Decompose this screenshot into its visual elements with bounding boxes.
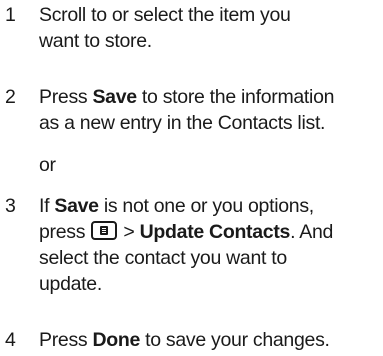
- step-number: 1: [5, 4, 16, 26]
- text-run: to store the information: [136, 86, 335, 108]
- step-line: Press Done to save your changes.: [39, 327, 379, 353]
- text-run: is not one or you options,: [98, 195, 314, 217]
- step-number: 2: [5, 86, 16, 108]
- text-run: Press: [39, 86, 93, 108]
- step-number: 4: [5, 329, 16, 351]
- step-line: select the contact you want to: [39, 247, 287, 269]
- save-label: Save: [92, 86, 137, 108]
- menu-key-icon: [91, 221, 118, 240]
- text-run: to save your changes.: [140, 329, 330, 351]
- text-run: press: [39, 221, 91, 243]
- text-run: If: [39, 195, 55, 217]
- step-line: want to store.: [39, 30, 152, 52]
- step-line: If Save is not one or you options,: [39, 193, 379, 219]
- step-text: Press Done to save your changes.: [39, 327, 379, 353]
- step-line: Press Save to store the information: [39, 84, 379, 110]
- instructions-document: 1 Scroll to or select the item you want …: [0, 0, 383, 356]
- done-label: Done: [92, 329, 141, 351]
- step-text: If Save is not one or you options, press…: [39, 193, 379, 297]
- step-line: Scroll to or select the item you: [39, 4, 291, 26]
- text-run: . And: [290, 221, 334, 243]
- save-label: Save: [54, 195, 99, 217]
- update-contacts-label: Update Contacts: [139, 221, 291, 243]
- step-line: as a new entry in the Contacts list.: [39, 112, 326, 134]
- text-run: Press: [39, 329, 93, 351]
- or-text: or: [39, 154, 56, 176]
- step-text: Scroll to or select the item you want to…: [39, 2, 379, 54]
- text-run: >: [118, 221, 140, 243]
- step-line: update.: [39, 273, 102, 295]
- step-line: press > Update Contacts. And: [39, 219, 379, 245]
- step-text: Press Save to store the information as a…: [39, 84, 379, 136]
- step-number: 3: [5, 195, 16, 217]
